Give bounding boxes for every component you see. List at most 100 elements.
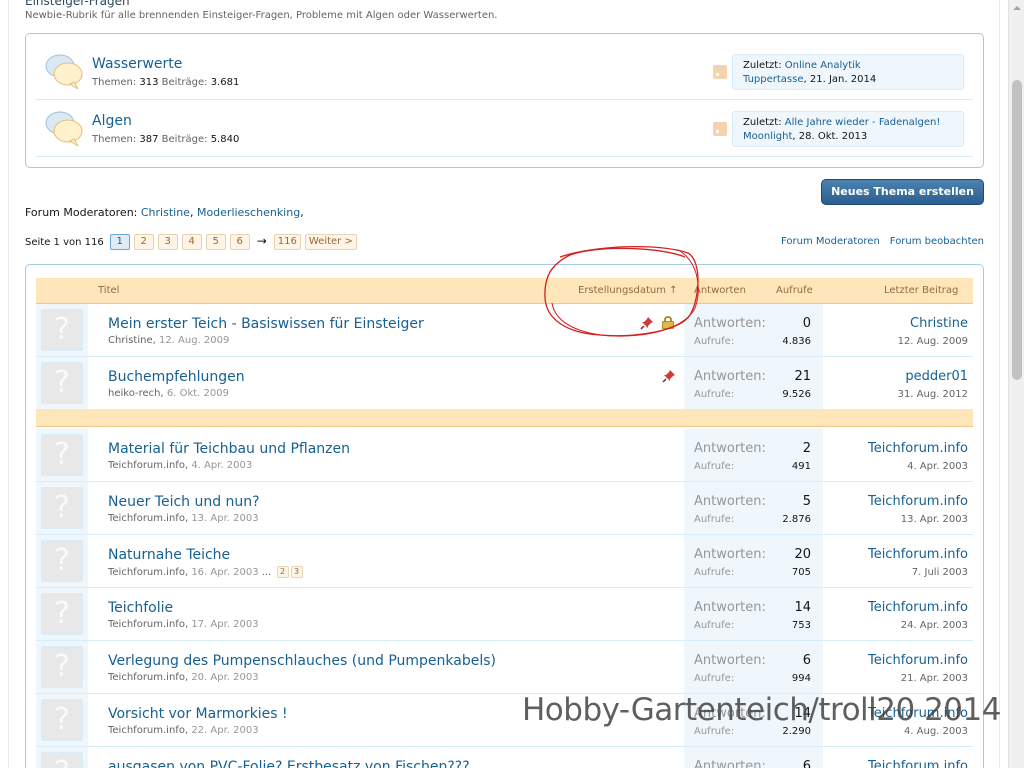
thread-title-link[interactable]: ausgasen von PVC-Folie? Erstbesatz von F…: [108, 759, 470, 768]
last-post-date[interactable]: 21. Apr. 2003: [901, 673, 968, 684]
thread-row: Verlegung des Pumpenschlauches (und Pump…: [36, 641, 973, 694]
page-link[interactable]: 2: [133, 234, 154, 250]
last-user-link[interactable]: Tuppertasse: [743, 74, 804, 85]
default-avatar-icon[interactable]: [41, 699, 83, 741]
vertical-scrollbar[interactable]: [1008, 0, 1024, 768]
thread-date: 17. Apr. 2003: [191, 619, 259, 630]
sort-title[interactable]: Titel: [98, 285, 119, 296]
thread-title-link[interactable]: Buchempfehlungen: [108, 369, 245, 385]
page-link[interactable]: 4: [181, 234, 202, 250]
last-post-user-link[interactable]: Teichforum.info: [868, 547, 968, 562]
default-avatar-icon[interactable]: [41, 434, 83, 476]
rss-feed-icon[interactable]: [713, 65, 727, 79]
thread-author-link[interactable]: Christine: [108, 335, 153, 346]
thread-title-link[interactable]: Teichfolie: [108, 600, 173, 616]
last-post-user-link[interactable]: Teichforum.info: [868, 600, 968, 615]
sort-views[interactable]: Aufrufe: [776, 285, 813, 296]
page-skip-arrow[interactable]: →: [254, 234, 270, 250]
last-post-user-link[interactable]: Teichforum.info: [868, 494, 968, 509]
subforum-link-wasserwerte[interactable]: Wasserwerte: [92, 56, 182, 72]
page-label: Seite 1 von 116: [25, 236, 104, 248]
page-link[interactable]: 5: [205, 234, 226, 250]
page-link-last[interactable]: 116: [273, 234, 301, 250]
category-title[interactable]: Einsteiger-Fragen: [25, 0, 130, 8]
subforum-last-post: Zuletzt: Alle Jahre wieder - Fadenalgen!…: [732, 111, 964, 147]
last-post-date[interactable]: 24. Apr. 2003: [901, 620, 968, 631]
sort-last-post[interactable]: Letzter Beitrag: [884, 285, 958, 296]
thread-title-link[interactable]: Material für Teichbau und Pflanzen: [108, 441, 350, 457]
thread-author-link[interactable]: Teichforum.info: [108, 672, 185, 683]
forum-moderators-link[interactable]: Forum Moderatoren: [781, 236, 880, 247]
default-avatar-icon[interactable]: [41, 593, 83, 635]
next-page-button[interactable]: Weiter >: [304, 234, 357, 250]
thread-meta: Teichforum.info, 20. Apr. 2003: [108, 672, 259, 683]
thread-author-link[interactable]: Teichforum.info: [108, 460, 185, 471]
pagination: Seite 1 von 116 1 2 3 4 5 6 → 116 Weiter…: [25, 234, 357, 250]
last-thread-link[interactable]: Online Analytik: [785, 60, 861, 71]
last-post-date[interactable]: 4. Apr. 2003: [907, 461, 968, 472]
thread-row-sticky: Buchempfehlungen heiko-rech, 6. Okt. 200…: [36, 357, 973, 410]
thread-author-link[interactable]: Teichforum.info: [108, 513, 185, 524]
forum-page: Einsteiger-Fragen Newbie-Rubrik für alle…: [0, 0, 1008, 768]
avatar-column: [36, 535, 88, 587]
thread-row: Neuer Teich und nun? Teichforum.info, 13…: [36, 482, 973, 535]
thread-date: 4. Apr. 2003: [191, 460, 253, 471]
thread-title-link[interactable]: Verlegung des Pumpenschlauches (und Pump…: [108, 653, 496, 669]
thread-author-link[interactable]: heiko-rech: [108, 388, 161, 399]
last-post-date[interactable]: 7. Juli 2003: [912, 567, 968, 578]
watch-forum-link[interactable]: Forum beobachten: [890, 236, 984, 247]
thread-author-link[interactable]: Teichforum.info: [108, 619, 185, 630]
last-post-user-link[interactable]: Christine: [910, 316, 968, 331]
default-avatar-icon[interactable]: [41, 646, 83, 688]
moderator-link[interactable]: Christine: [141, 206, 190, 219]
default-avatar-icon[interactable]: [41, 309, 83, 351]
speech-bubbles-icon: [45, 111, 83, 147]
avatar-column: [36, 641, 88, 693]
themen-label: Themen:: [92, 134, 137, 145]
last-post-date[interactable]: 31. Aug. 2012: [898, 389, 968, 400]
last-post-date[interactable]: 13. Apr. 2003: [901, 514, 968, 525]
default-avatar-icon[interactable]: [41, 752, 83, 768]
thread-title-link[interactable]: Neuer Teich und nun?: [108, 494, 260, 510]
last-thread-link[interactable]: Alle Jahre wieder - Fadenalgen!: [785, 117, 941, 128]
views-label: Aufrufe:: [694, 514, 735, 525]
views-label: Aufrufe:: [694, 389, 735, 400]
scroll-up-arrow-icon[interactable]: [1009, 0, 1024, 16]
default-avatar-icon[interactable]: [41, 487, 83, 529]
page-link[interactable]: 3: [157, 234, 178, 250]
thread-page-link[interactable]: 2: [276, 566, 289, 578]
last-post-user-link[interactable]: pedder01: [905, 369, 968, 384]
thread-list-header: Titel Erstellungsdatum ↑ Antworten Aufru…: [36, 278, 973, 304]
beitraege-count: 3.681: [210, 77, 240, 88]
last-post-user-link[interactable]: Teichforum.info: [868, 653, 968, 668]
thread-meta: Christine, 12. Aug. 2009: [108, 335, 230, 346]
views-label: Aufrufe:: [694, 567, 735, 578]
thread-title-link[interactable]: Naturnahe Teiche: [108, 547, 230, 563]
thread-author-link[interactable]: Teichforum.info: [108, 567, 185, 578]
pushpin-icon: [662, 370, 675, 383]
last-user-link[interactable]: Moonlight: [743, 131, 792, 142]
thread-meta: Teichforum.info, 16. Apr. 2003 ... 23: [108, 566, 303, 578]
rss-feed-icon[interactable]: [713, 122, 727, 136]
thread-date: 13. Apr. 2003: [191, 513, 259, 524]
thread-title-link[interactable]: Mein erster Teich - Basiswissen für Eins…: [108, 316, 424, 332]
moderator-link[interactable]: Moderlieschenking: [197, 206, 300, 219]
page-link[interactable]: 6: [229, 234, 250, 250]
subforum-link-algen[interactable]: Algen: [92, 113, 132, 129]
thread-date: 16. Apr. 2003: [191, 567, 259, 578]
views-count: 9.526: [782, 389, 811, 400]
scrollbar-thumb[interactable]: [1012, 80, 1022, 380]
default-avatar-icon[interactable]: [41, 362, 83, 404]
new-thread-button[interactable]: Neues Thema erstellen: [821, 179, 984, 205]
last-post-user-link[interactable]: Teichforum.info: [868, 441, 968, 456]
replies-label: Antworten:: [694, 369, 766, 384]
page-link-current[interactable]: 1: [109, 234, 130, 250]
thread-title-link[interactable]: Vorsicht vor Marmorkies !: [108, 706, 288, 722]
thread-page-link[interactable]: 3: [290, 566, 303, 578]
thread-author-link[interactable]: Teichforum.info: [108, 725, 185, 736]
last-post-date[interactable]: 12. Aug. 2009: [898, 336, 968, 347]
replies-count: 6: [802, 653, 811, 668]
last-post-user-link[interactable]: Teichforum.info: [868, 759, 968, 768]
replies-count: 14: [794, 600, 811, 615]
default-avatar-icon[interactable]: [41, 540, 83, 582]
